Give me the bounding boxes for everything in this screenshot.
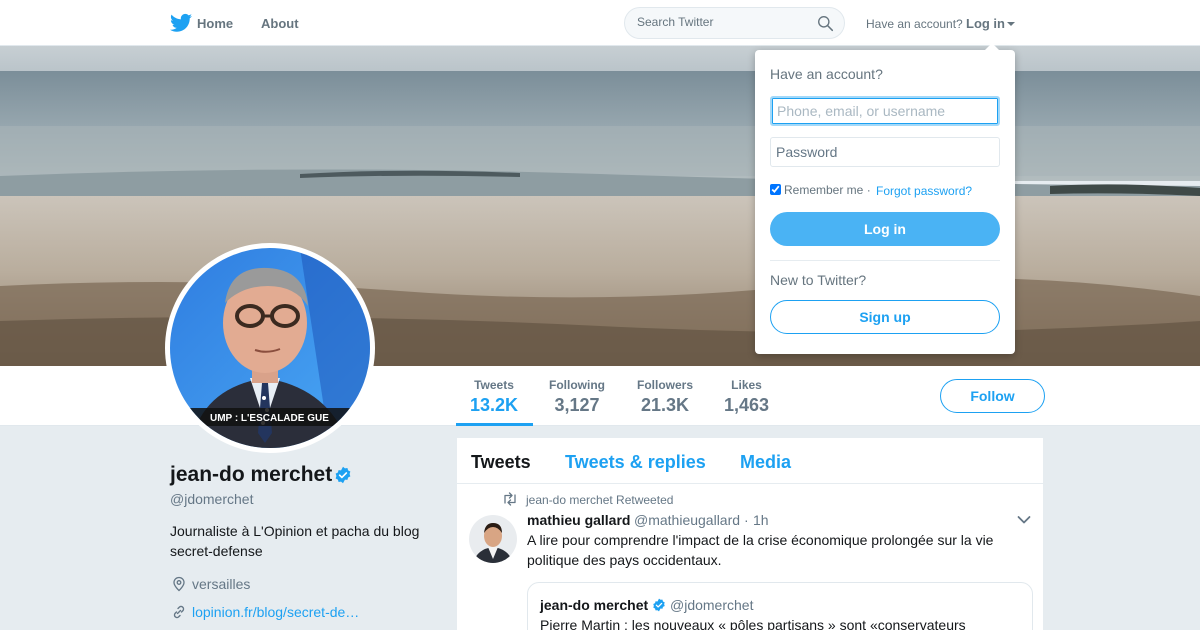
profile-avatar[interactable]: UMP : L'ESCALADE GUE: [165, 243, 375, 453]
remember-me-label[interactable]: Remember me ·: [770, 183, 871, 197]
chevron-down-icon[interactable]: [1017, 515, 1031, 525]
tweet-author-name[interactable]: mathieu gallard: [527, 512, 630, 528]
profile-location: versailles: [192, 576, 251, 592]
stat-likes-label: Likes: [731, 378, 762, 392]
quoted-author-name: jean-do merchet: [540, 597, 649, 613]
stat-tweets-value: 13.2K: [470, 395, 519, 415]
remember-separator: ·: [866, 183, 871, 197]
tweet-separator: ·: [744, 512, 749, 528]
profile-name[interactable]: jean-do merchet: [170, 463, 332, 487]
login-dropdown-toggle[interactable]: Log in: [966, 16, 1005, 31]
signup-button[interactable]: Sign up: [770, 300, 1000, 334]
profile-website-link[interactable]: lopinion.fr/blog/secret-de…: [192, 604, 359, 620]
new-to-twitter-text: New to Twitter?: [770, 272, 867, 288]
password-field[interactable]: [770, 137, 1000, 167]
stat-following[interactable]: Following 3,127: [548, 378, 606, 416]
quoted-tweet-text: Pierre Martin : les nouveaux « pôles par…: [540, 617, 966, 630]
quoted-author-handle: @jdomerchet: [670, 597, 754, 613]
nav-home-link[interactable]: Home: [197, 16, 233, 31]
stat-following-value: 3,127: [554, 395, 600, 415]
divider: [770, 260, 1000, 261]
nav-about-link[interactable]: About: [261, 16, 299, 31]
dropdown-title: Have an account?: [770, 66, 883, 82]
stat-tweets-label: Tweets: [474, 378, 514, 392]
active-tab-indicator: [456, 423, 533, 426]
stat-followers[interactable]: Followers 21.3K: [636, 378, 694, 416]
tweet-author-handle[interactable]: @mathieugallard: [634, 512, 740, 528]
twitter-bird-icon[interactable]: [170, 13, 192, 33]
timeline-tabs: Tweets Tweets & replies Media: [457, 438, 1043, 484]
avatar-caption: UMP : L'ESCALADE GUE: [210, 413, 329, 424]
search-box: [624, 7, 845, 39]
tab-tweets[interactable]: Tweets: [471, 452, 531, 473]
tweet-author-photo: [469, 515, 517, 563]
login-dropdown: Have an account? Remember me · Forgot pa…: [755, 50, 1015, 354]
tab-tweets-replies[interactable]: Tweets & replies: [565, 452, 706, 473]
forgot-password-link[interactable]: Forgot password?: [876, 184, 972, 198]
location-pin-icon: [173, 576, 185, 592]
stat-followers-value: 21.3K: [640, 395, 690, 415]
top-nav: Home About Have an account? Log in: [0, 0, 1200, 46]
tweet-text: A lire pour comprendre l'impact de la cr…: [527, 532, 994, 568]
stat-followers-label: Followers: [636, 378, 693, 392]
timeline: Tweets Tweets & replies Media jean-do me…: [456, 437, 1044, 630]
tweet-author-avatar[interactable]: [469, 515, 517, 563]
verified-badge-icon: [335, 466, 351, 484]
remember-me-checkbox[interactable]: [770, 184, 781, 195]
caret-down-icon[interactable]: [1007, 22, 1015, 26]
retweet-context[interactable]: jean-do merchet Retweeted: [526, 493, 673, 507]
stat-following-label: Following: [549, 378, 605, 392]
remember-me-text: Remember me: [784, 183, 864, 197]
follow-button[interactable]: Follow: [940, 379, 1045, 413]
link-icon: [173, 605, 185, 619]
profile-bio: Journaliste à L'Opinion et pacha du blog…: [170, 523, 420, 559]
stat-tweets[interactable]: Tweets 13.2K: [470, 378, 518, 416]
stat-likes[interactable]: Likes 1,463: [724, 378, 769, 416]
have-account-text: Have an account?: [866, 17, 963, 31]
dropdown-arrow: [985, 43, 999, 50]
tweet-timestamp[interactable]: 1h: [753, 512, 769, 528]
quoted-tweet[interactable]: jean-do merchet @jdomerchet Pierre Marti…: [527, 582, 1033, 630]
verified-badge-icon: [653, 598, 665, 612]
avatar-photo: UMP : L'ESCALADE GUE: [170, 248, 370, 448]
login-button[interactable]: Log in: [770, 212, 1000, 246]
tab-media[interactable]: Media: [740, 452, 791, 473]
search-input[interactable]: [637, 15, 807, 29]
stat-likes-value: 1,463: [724, 395, 770, 415]
username-field[interactable]: [770, 96, 1000, 126]
retweet-icon: [504, 492, 516, 506]
search-icon[interactable]: [817, 15, 834, 32]
profile-handle[interactable]: @jdomerchet: [170, 491, 253, 507]
